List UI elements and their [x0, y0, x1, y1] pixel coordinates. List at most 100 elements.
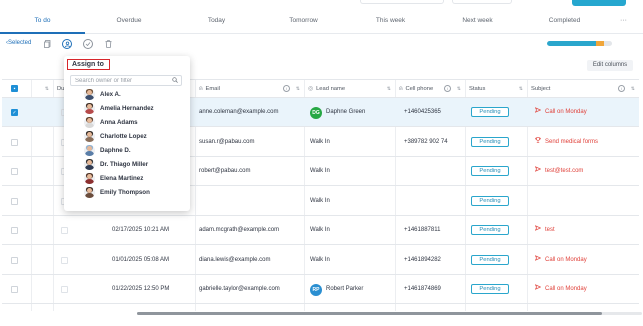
status-badge[interactable]: Pending	[471, 195, 509, 206]
column-header-subject[interactable]: Subject i ⇅	[531, 80, 639, 98]
subject-link[interactable]: Call on Monday	[534, 275, 587, 304]
email-cell[interactable]: susan.r@pabau.com	[199, 128, 254, 157]
owner-option[interactable]: Daphne D.	[84, 144, 131, 157]
tab-overdue[interactable]: Overdue	[85, 10, 173, 34]
email-cell[interactable]: robert@pabau.com	[199, 157, 250, 186]
tab-this-week[interactable]: This week	[347, 10, 434, 34]
owner-avatar	[84, 187, 95, 198]
sort-icon: ⇅	[386, 86, 391, 92]
edit-columns-button[interactable]: Edit columns	[587, 60, 633, 71]
top-control-stub	[452, 0, 512, 4]
email-cell[interactable]: anne.coleman@example.com	[199, 98, 278, 127]
lead-cell[interactable]: Walk In	[310, 187, 330, 216]
row-checkbox[interactable]	[11, 286, 18, 293]
status-badge[interactable]: Pending	[471, 107, 509, 117]
column-header-email[interactable]: ⍝ Email i ⇅	[199, 80, 304, 98]
selected-back-link[interactable]: ‹Selected	[6, 40, 31, 46]
lead-name: Walk In	[310, 197, 330, 204]
owner-search-input[interactable]	[71, 76, 171, 85]
scrollbar-thumb[interactable]	[137, 312, 602, 315]
column-header-sort[interactable]: ⇅	[31, 80, 53, 98]
owner-option[interactable]: Charlotte Lopez	[84, 130, 147, 143]
row-checkbox[interactable]	[11, 168, 18, 175]
owner-option[interactable]: Alex A.	[84, 88, 121, 101]
row-checkbox[interactable]	[11, 138, 18, 146]
lead-cell[interactable]: RP Robert Parker	[310, 275, 363, 304]
selected-label: Selected	[8, 40, 32, 46]
column-header-lead[interactable]: ◎ Lead name ⇅	[308, 80, 395, 98]
row-complete-checkbox[interactable]	[61, 286, 68, 293]
send-icon	[534, 246, 542, 275]
tab-today[interactable]: Today	[173, 10, 260, 34]
row-checkbox[interactable]: ✓	[11, 109, 18, 116]
lead-cell[interactable]: DG Daphne Green	[310, 98, 365, 127]
more-tabs-button[interactable]: ···	[620, 10, 627, 34]
owner-option[interactable]: Amelia Hernandez	[84, 102, 154, 115]
check-circle-icon[interactable]	[83, 39, 93, 49]
tab-next-week[interactable]: Next week	[434, 10, 521, 34]
horizontal-scrollbar[interactable]	[137, 312, 642, 315]
progress-bar	[547, 41, 612, 46]
lead-name: Robert Parker	[326, 286, 364, 292]
subject-text: Send medical forms	[545, 138, 599, 145]
owner-option[interactable]: Anna Adams	[84, 116, 138, 129]
send-icon	[534, 157, 542, 186]
email-cell[interactable]: diana.lewis@example.com	[199, 246, 270, 275]
row-complete-checkbox[interactable]	[61, 256, 68, 264]
email-cell[interactable]: adam.mcgrath@example.com	[199, 216, 279, 245]
select-all-checkbox[interactable]: ▪	[11, 85, 18, 92]
row-checkbox[interactable]	[11, 197, 18, 205]
owner-avatar	[84, 89, 95, 100]
lead-name: Daphne Green	[326, 109, 366, 115]
owner-avatar	[84, 145, 95, 156]
subject-link[interactable]: Send medical forms	[535, 128, 598, 157]
owner-option[interactable]: Emily Thompson	[84, 186, 150, 199]
lead-name: Walk In	[310, 227, 330, 233]
lead-avatar: RP	[310, 283, 322, 296]
lead-cell[interactable]: Walk In	[310, 128, 330, 157]
popup-title: Assign to	[67, 59, 110, 70]
lead-cell[interactable]: Walk In	[310, 157, 330, 186]
tab-to-do[interactable]: To do	[0, 10, 85, 34]
owner-option[interactable]: Dr. Thiago Miller	[84, 158, 148, 171]
tab-completed[interactable]: Completed	[521, 10, 608, 34]
phone-cell: +1461887811	[404, 227, 441, 233]
header-label: Subject	[531, 86, 551, 92]
table-row[interactable]: 01/01/2025 05:08 AM diana.lewis@example.c…	[2, 246, 639, 275]
column-header-phone[interactable]: ⍝ Cell phone i ⇅	[399, 80, 465, 98]
tab-tomorrow[interactable]: Tomorrow	[260, 10, 347, 34]
subject-link[interactable]: Call on Monday	[534, 98, 587, 127]
owner-avatar	[84, 173, 95, 184]
lead-cell[interactable]: Walk In	[310, 216, 330, 245]
table-row[interactable]: 01/22/2025 12:50 PM gabrielle.taylor@exam…	[2, 275, 639, 304]
row-checkbox[interactable]	[11, 227, 18, 234]
status-badge[interactable]: Pending	[471, 254, 509, 265]
table-row[interactable]: 02/17/2025 10:21 AM adam.mcgrath@example.…	[2, 216, 639, 245]
trash-icon[interactable]	[103, 39, 113, 49]
subject-link[interactable]: Call on Monday	[534, 246, 587, 275]
owner-option[interactable]: Elena Martinez	[84, 172, 143, 185]
row-checkbox[interactable]	[11, 256, 18, 264]
send-icon	[534, 98, 542, 127]
assign-user-icon[interactable]	[62, 39, 72, 49]
top-action-button[interactable]	[572, 0, 626, 6]
header-label: Email	[205, 86, 220, 92]
row-complete-checkbox[interactable]	[61, 227, 68, 234]
person-icon: ⍝	[199, 86, 203, 92]
email-cell[interactable]: gabrielle.taylor@example.com	[199, 275, 280, 304]
lead-cell[interactable]: Walk In	[310, 246, 330, 275]
assign-to-popup: Assign to Alex A. Amelia Hernandez Anna Ad…	[64, 56, 190, 211]
status-badge[interactable]: Pending	[471, 136, 509, 147]
status-badge[interactable]: Pending	[471, 284, 509, 294]
copy-icon[interactable]	[42, 39, 52, 49]
column-header-status[interactable]: Status ⇅	[469, 80, 527, 98]
owner-name: Emily Thompson	[100, 189, 150, 196]
subject-link[interactable]: test@test.com	[534, 157, 583, 186]
status-badge[interactable]: Pending	[471, 166, 509, 176]
status-badge[interactable]: Pending	[471, 225, 509, 235]
search-icon	[172, 77, 178, 85]
info-icon: i	[283, 85, 290, 92]
owner-avatar	[84, 159, 95, 170]
sort-icon: ⇅	[295, 86, 300, 92]
subject-link[interactable]: test	[534, 216, 555, 245]
